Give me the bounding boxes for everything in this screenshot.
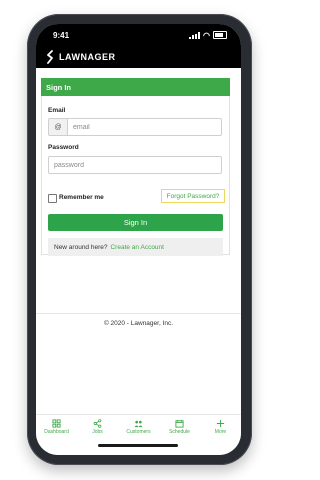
signin-title: Sign In — [41, 78, 230, 96]
home-indicator[interactable] — [98, 444, 178, 447]
new-around-text: New around here? — [54, 243, 108, 251]
bottom-tab-bar: Dashboard Jobs Customers Schedule More — [36, 414, 241, 439]
tab-more[interactable]: More — [201, 415, 241, 439]
sign-in-button[interactable]: Sign In — [48, 214, 223, 231]
brand-name: LAWNAGER — [59, 52, 116, 62]
share-icon — [93, 419, 102, 428]
email-field[interactable]: @ — [48, 118, 222, 136]
signin-card: Sign In Email @ Password Remember me For… — [41, 78, 230, 256]
users-icon — [134, 420, 143, 428]
dashboard-icon — [52, 419, 61, 428]
battery-icon — [213, 31, 227, 39]
forgot-password-link[interactable]: Forgot Password? — [161, 189, 225, 203]
password-field[interactable] — [48, 156, 222, 174]
tab-jobs[interactable]: Jobs — [78, 415, 118, 439]
remember-me-checkbox[interactable] — [48, 194, 57, 203]
tab-label: Dashboard — [44, 429, 69, 435]
copyright-text: © 2020 - Lawnager, Inc. — [103, 320, 174, 327]
create-account-prompt: New around here? Create an Account — [48, 238, 223, 256]
email-input[interactable] — [68, 119, 221, 135]
app-header: LAWNAGER — [36, 46, 241, 68]
at-icon: @ — [49, 119, 68, 135]
tab-label: Customers — [126, 429, 151, 435]
password-input[interactable] — [49, 157, 221, 173]
password-label: Password — [48, 144, 79, 151]
tab-dashboard[interactable]: Dashboard — [37, 415, 77, 439]
remember-me-label[interactable]: Remember me — [59, 194, 104, 201]
plus-icon — [216, 419, 225, 428]
tab-customers[interactable]: Customers — [119, 415, 159, 439]
main-content: Sign In Email @ Password Remember me For… — [36, 68, 241, 420]
status-icons: ◠ — [189, 31, 227, 39]
app-screen: 9:41 ◠ LAWNAGER Sign In Email @ Password — [36, 24, 241, 455]
home-area — [36, 438, 241, 455]
phone-notch — [86, 24, 192, 41]
email-label: Email — [48, 107, 66, 114]
wifi-icon: ◠ — [203, 30, 210, 40]
create-account-link[interactable]: Create an Account — [110, 244, 163, 251]
tab-label: Schedule — [169, 429, 190, 435]
tab-label: Jobs — [92, 429, 103, 435]
tab-schedule[interactable]: Schedule — [160, 415, 200, 439]
tab-label: More — [214, 429, 227, 435]
lawnager-logo-icon — [47, 50, 53, 64]
footer-divider — [36, 313, 241, 314]
calendar-icon — [175, 419, 184, 428]
status-time: 9:41 — [53, 31, 70, 40]
